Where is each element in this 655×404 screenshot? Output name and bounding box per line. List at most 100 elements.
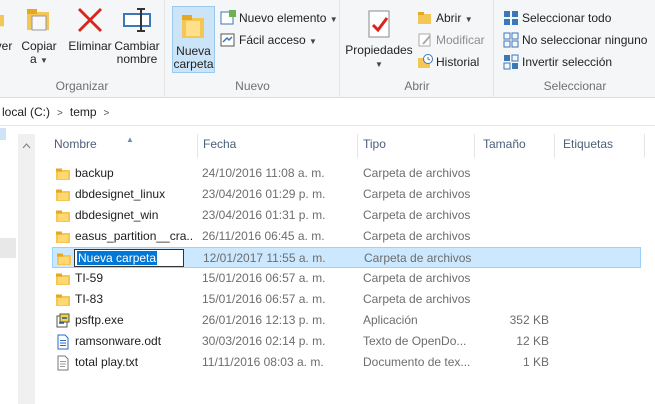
new-folder-button[interactable]: Nueva carpeta [172, 6, 215, 73]
column-header-name[interactable]: Nombre ▲ [46, 134, 198, 158]
file-row[interactable]: total play.txt 11/11/2016 08:03 a. m. Docu… [52, 352, 641, 373]
file-date: 12/01/2017 11:55 a. m. [203, 251, 326, 265]
ribbon: ver Copiar a ▼ Eliminar Cambiar nombre O… [0, 0, 655, 98]
column-header-date[interactable]: Fecha [195, 134, 358, 158]
breadcrumb-folder[interactable]: temp [70, 105, 97, 119]
rename-label-2: nombre [116, 52, 158, 66]
file-row[interactable]: backup 24/10/2016 11:08 a. m. Carpeta de a… [52, 163, 641, 184]
easy-access-button[interactable]: Fácil acceso ▼ [220, 30, 317, 50]
file-row[interactable]: psftp.exe 26/01/2016 12:13 p. m. Aplicació… [52, 310, 641, 331]
column-header-tags-label: Etiquetas [563, 137, 614, 151]
edit-label: Modificar [436, 33, 485, 47]
nav-pane-item-edge[interactable] [0, 128, 6, 140]
rename-icon [123, 8, 151, 32]
copy-to-button[interactable]: Copiar a ▼ [20, 4, 58, 67]
select-all-icon [504, 11, 518, 25]
move-to-icon [0, 15, 4, 27]
file-size: 12 KB [516, 334, 549, 348]
rename-input[interactable]: Nueva carpeta [74, 249, 184, 267]
file-type: Documento de tex... [363, 355, 471, 369]
move-to-button[interactable]: ver [0, 4, 16, 53]
file-row[interactable]: ramsonware.odt 30/03/2016 02:14 p. m. Text… [52, 331, 641, 352]
edit-button[interactable]: Modificar [417, 30, 485, 50]
file-name: ramsonware.odt [75, 334, 162, 348]
file-row[interactable]: dbdesignet_win 23/04/2016 01:31 p. m. Carp… [52, 205, 641, 226]
folder-icon [55, 271, 71, 287]
history-icon [418, 54, 433, 68]
file-name: total play.txt [75, 355, 139, 369]
column-header-size-label: Tamaño [483, 137, 526, 151]
group-open-label: Abrir [404, 79, 430, 93]
file-row[interactable]: TI-83 15/01/2016 06:57 a. m. Carpeta de ar… [52, 289, 641, 310]
address-bar[interactable]: local (C:) > temp > [0, 99, 655, 126]
folder-icon [56, 251, 72, 267]
easy-access-label: Fácil acceso [239, 33, 306, 47]
copy-to-icon [27, 9, 49, 31]
delete-x-icon [78, 8, 102, 32]
select-none-label: No seleccionar ninguno [522, 33, 648, 47]
new-folder-label-2: carpeta [173, 57, 214, 71]
scroll-up-arrow-icon[interactable] [19, 140, 34, 152]
properties-icon [368, 10, 390, 38]
file-date: 15/01/2016 06:57 a. m. [202, 292, 326, 306]
file-name: psftp.exe [75, 313, 124, 327]
document-icon [55, 334, 71, 350]
group-organize-label: Organizar [55, 79, 109, 93]
navigation-pane [0, 126, 38, 404]
new-item-button[interactable]: Nuevo elemento ▼ [220, 8, 338, 28]
file-row[interactable]: Nueva carpeta 12/01/2017 11:55 a. m. Carpe… [52, 247, 641, 268]
easy-access-icon [220, 33, 235, 47]
breadcrumb-drive[interactable]: local (C:) [2, 105, 50, 119]
invert-selection-label: Invertir selección [522, 55, 613, 69]
invert-selection-button[interactable]: Invertir selección [503, 52, 612, 72]
sort-ascending-icon: ▲ [126, 135, 134, 144]
file-type: Texto de OpenDo... [363, 334, 467, 348]
properties-button[interactable]: Propiedades ▼ [345, 8, 413, 71]
delete-button[interactable]: Eliminar [68, 4, 112, 53]
file-row[interactable]: TI-59 15/01/2016 06:57 a. m. Carpeta de ar… [52, 268, 641, 289]
group-select: Seleccionar todo No seleccionar ninguno … [495, 0, 655, 98]
group-new: Nueva carpeta Nuevo elemento ▼ Fácil acc… [166, 0, 340, 98]
file-list: Nombre ▲ Fecha Tipo Tamaño Etiquetas bac… [38, 126, 655, 404]
column-header-type[interactable]: Tipo [355, 134, 475, 158]
rename-button[interactable]: Cambiar nombre [114, 4, 160, 66]
column-header-type-label: Tipo [363, 137, 386, 151]
select-all-label: Seleccionar todo [522, 11, 612, 25]
select-all-button[interactable]: Seleccionar todo [503, 8, 611, 28]
breadcrumb-chevron-icon[interactable]: > [57, 108, 63, 119]
column-header-size[interactable]: Tamaño [475, 134, 555, 158]
delete-label: Eliminar [68, 39, 112, 53]
breadcrumb-chevron-icon[interactable]: > [104, 108, 110, 119]
file-row[interactable]: easus_partition__cra... 26/11/2016 06:45 … [52, 226, 641, 247]
new-item-label: Nuevo elemento [239, 11, 327, 25]
folder-icon [55, 292, 71, 308]
open-button[interactable]: Abrir ▼ [417, 8, 473, 28]
file-date: 15/01/2016 06:57 a. m. [202, 271, 326, 285]
file-name: dbdesignet_win [75, 208, 159, 222]
group-open: Propiedades ▼ Abrir ▼ Modificar Historia… [341, 0, 494, 98]
rename-input-text: Nueva carpeta [77, 251, 158, 265]
open-folder-icon [418, 12, 431, 24]
column-header-date-label: Fecha [203, 137, 237, 151]
invert-selection-icon [503, 54, 519, 70]
edit-icon [418, 33, 431, 47]
file-date: 23/04/2016 01:29 p. m. [202, 187, 326, 201]
select-none-button[interactable]: No seleccionar ninguno [503, 30, 647, 50]
column-header-tags[interactable]: Etiquetas [555, 134, 645, 158]
file-name: TI-83 [75, 292, 104, 306]
new-folder-icon [181, 15, 204, 38]
nav-pane-scrollbar[interactable] [18, 134, 35, 404]
file-size: 1 KB [522, 355, 549, 369]
nav-pane-item-edge[interactable] [0, 238, 16, 258]
file-row[interactable]: dbdesignet_linux 23/04/2016 01:29 p. m. Ca… [52, 184, 641, 205]
folder-icon [55, 187, 71, 203]
properties-label: Propiedades [345, 43, 413, 57]
copy-to-label: Copiar [21, 39, 57, 53]
file-type: Carpeta de archivos [363, 208, 471, 222]
history-button[interactable]: Historial [417, 52, 479, 72]
copy-to-sublabel: a [30, 52, 37, 66]
file-name: backup [75, 166, 114, 180]
move-to-label: ver [0, 39, 13, 53]
file-size: 352 KB [509, 313, 549, 327]
file-type: Aplicación [363, 313, 418, 327]
